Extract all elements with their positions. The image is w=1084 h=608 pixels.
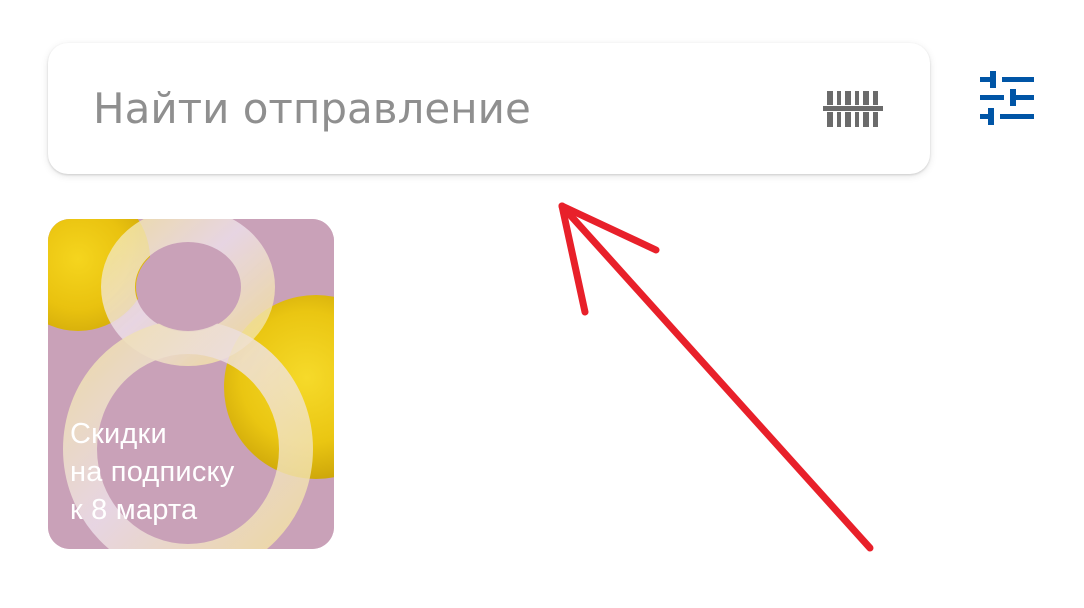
barcode-scan-icon-graphic xyxy=(823,91,883,127)
filter-sliders-icon[interactable] xyxy=(976,68,1038,128)
barcode-scan-icon[interactable] xyxy=(823,89,883,129)
filter-sliders-icon-graphic xyxy=(980,71,1034,125)
search-placeholder: Найти отправление xyxy=(93,84,531,133)
search-field[interactable]: Найти отправление xyxy=(48,43,930,174)
screen: Найти отправление Скидки на подписку к 8… xyxy=(0,0,1084,608)
promo-caption-line-3: к 8 марта xyxy=(70,494,198,526)
promo-caption: Скидки на подписку к 8 марта xyxy=(70,415,234,529)
promo-caption-line-1: Скидки xyxy=(70,418,167,450)
promo-card-march-8[interactable]: Скидки на подписку к 8 марта xyxy=(48,219,334,549)
promo-caption-line-2: на подписку xyxy=(70,456,235,488)
